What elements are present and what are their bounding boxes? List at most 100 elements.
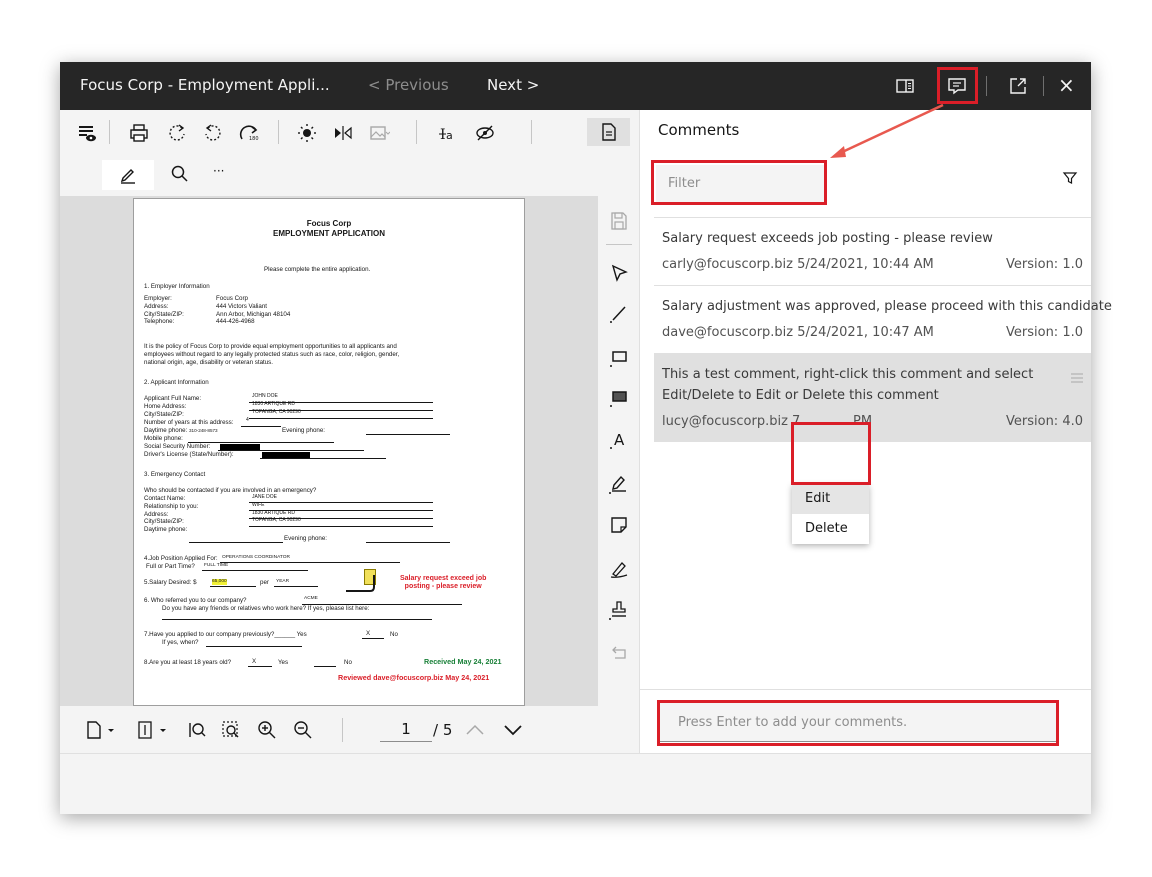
annotate-tab[interactable] bbox=[102, 160, 154, 190]
comment-menu-icon[interactable] bbox=[1071, 368, 1083, 383]
doc-emergency-labels: Contact Name: Relationship to you: Addre… bbox=[144, 495, 199, 533]
doc-applicant-values: JOHN DOE 1830 ARTIQUE RD TOPANGA, CA 902… bbox=[252, 393, 301, 415]
pen-icon bbox=[117, 164, 139, 186]
select-pointer-icon[interactable] bbox=[608, 262, 630, 284]
doc-time-value: FULL TIME bbox=[204, 563, 229, 568]
title-bar: Focus Corp - Employment Appli... < Previ… bbox=[60, 62, 1091, 110]
open-external-icon[interactable] bbox=[1007, 75, 1029, 97]
previous-button[interactable]: < Previous bbox=[368, 76, 449, 94]
sticky-note-icon[interactable] bbox=[608, 514, 630, 536]
rotate-180-icon[interactable]: 180 bbox=[238, 122, 260, 144]
doc-underline bbox=[210, 586, 256, 587]
doc-policy: It is the policy of Focus Corp to provid… bbox=[144, 343, 400, 366]
reviewed-stamp: Reviewed dave@focuscorp.biz May 24, 2021 bbox=[338, 673, 490, 682]
hide-icon[interactable] bbox=[474, 122, 496, 144]
undo-icon[interactable] bbox=[608, 640, 630, 662]
toggle-panel-icon[interactable] bbox=[894, 75, 916, 97]
doc-q8-x: X bbox=[252, 658, 257, 665]
signature-icon[interactable] bbox=[608, 558, 630, 580]
doc-salary-note: Salary request exceed job posting - plea… bbox=[400, 575, 487, 590]
comment-version: Version: 1.0 bbox=[1006, 325, 1083, 340]
doc-underline bbox=[249, 418, 433, 419]
zoom-area-icon[interactable] bbox=[220, 719, 242, 741]
doc-instruction: Please complete the entire application. bbox=[264, 266, 371, 273]
doc-q7-no: No bbox=[390, 631, 398, 638]
doc-underline bbox=[274, 586, 318, 587]
close-icon[interactable]: × bbox=[1058, 73, 1075, 97]
doc-q8-yes: Yes bbox=[278, 659, 289, 666]
comment-item-selected[interactable]: This a test comment, right-click this co… bbox=[654, 353, 1091, 442]
comments-button-highlight bbox=[937, 67, 978, 104]
doc-underline bbox=[362, 638, 384, 639]
rotate-clockwise-icon[interactable] bbox=[166, 122, 188, 144]
comment-meta: dave@focuscorp.biz 5/24/2021, 10:47 AM V… bbox=[662, 325, 1083, 343]
more-options-button[interactable]: ··· bbox=[213, 164, 224, 178]
context-menu-delete[interactable]: Delete bbox=[792, 514, 869, 544]
context-menu-edit[interactable]: Edit bbox=[792, 484, 869, 514]
doc-salary-value: 65,000 bbox=[212, 579, 227, 585]
print-icon[interactable] bbox=[128, 122, 150, 144]
doc-q8: 8.Are you at least 18 years old? bbox=[144, 659, 232, 666]
doc-ssn-label: Social Security Number: bbox=[144, 443, 211, 450]
zoom-fit-icon[interactable] bbox=[186, 719, 208, 741]
comment-version: Version: 1.0 bbox=[1006, 257, 1083, 272]
doc-underline bbox=[162, 619, 432, 620]
filled-rectangle-icon[interactable] bbox=[608, 386, 630, 408]
rectangle-icon[interactable] bbox=[608, 346, 630, 368]
comment-meta: lucy@focuscorp.biz 7 PM Version: 4.0 bbox=[662, 414, 1083, 432]
fit-height-dropdown-icon[interactable] bbox=[136, 719, 170, 741]
comment-text: This a test comment, right-click this co… bbox=[662, 367, 1034, 403]
document-pane: 180 Ia ··· Focus Corp EMPLOYMENT APPLICA… bbox=[60, 110, 639, 753]
svg-text:A: A bbox=[614, 431, 625, 449]
comment-version: Version: 4.0 bbox=[1006, 414, 1083, 429]
doc-q7-when: If yes, when? bbox=[162, 639, 199, 646]
secondary-toolbar: ··· bbox=[60, 154, 639, 196]
comment-item[interactable]: Salary adjustment was approved, please p… bbox=[654, 285, 1112, 353]
comment-text: Salary request exceeds job posting - ple… bbox=[662, 231, 993, 246]
doc-daytime-label: Daytime phone: bbox=[144, 427, 188, 434]
doc-underline bbox=[249, 402, 433, 403]
highlighter-icon[interactable] bbox=[608, 472, 630, 494]
title-separator bbox=[1043, 76, 1044, 96]
toolbar-separator bbox=[278, 120, 279, 144]
next-page-icon[interactable] bbox=[502, 719, 524, 741]
image-icon[interactable] bbox=[368, 122, 391, 144]
document-properties-icon bbox=[598, 121, 620, 143]
search-icon[interactable] bbox=[169, 163, 191, 185]
save-icon[interactable] bbox=[608, 210, 630, 232]
previous-page-icon[interactable] bbox=[464, 719, 486, 741]
doc-section-1: 1. Employer Information bbox=[144, 283, 210, 290]
doc-underline bbox=[366, 434, 450, 435]
viewer-window: Focus Corp - Employment Appli... < Previ… bbox=[60, 62, 1112, 814]
doc-employer-labels: Employer: Address: City/State/ZIP: Telep… bbox=[144, 295, 184, 326]
doc-salary-label: 5.Salary Desired: $ bbox=[144, 579, 197, 586]
filter-icon[interactable] bbox=[1062, 170, 1078, 186]
filter-highlight bbox=[651, 160, 827, 205]
stamp-icon[interactable] bbox=[608, 598, 630, 620]
page-controls: 1 / 5 bbox=[60, 706, 639, 753]
document-viewer[interactable]: Focus Corp EMPLOYMENT APPLICATION Please… bbox=[60, 196, 598, 706]
line-icon[interactable] bbox=[608, 302, 630, 324]
rotate-counterclockwise-icon[interactable] bbox=[202, 122, 224, 144]
page-view-dropdown-icon[interactable] bbox=[84, 719, 118, 741]
text-recognition-icon[interactable]: Ia bbox=[437, 122, 459, 144]
svg-text:a: a bbox=[446, 129, 453, 142]
document-title: Focus Corp - Employment Appli... bbox=[80, 76, 330, 94]
page-number-input[interactable]: 1 bbox=[380, 720, 432, 742]
svg-text:I: I bbox=[440, 127, 446, 143]
zoom-in-icon[interactable] bbox=[256, 719, 278, 741]
tool-separator bbox=[606, 244, 632, 245]
context-menu-highlight bbox=[791, 422, 871, 485]
doc-job-label: 4.Job Position Applied For: bbox=[144, 555, 218, 562]
annotation-visibility-icon[interactable] bbox=[76, 122, 98, 144]
add-comment-area: Press Enter to add your comments. bbox=[640, 689, 1091, 753]
doc-q8-no: No bbox=[344, 659, 352, 666]
zoom-out-icon[interactable] bbox=[292, 719, 314, 741]
svg-text:180: 180 bbox=[249, 136, 259, 142]
document-properties-button[interactable] bbox=[587, 118, 630, 146]
text-tool-icon[interactable]: A bbox=[608, 428, 630, 450]
brightness-icon[interactable] bbox=[296, 122, 318, 144]
flip-icon[interactable] bbox=[332, 122, 354, 144]
comment-item[interactable]: Salary request exceeds job posting - ple… bbox=[654, 217, 1091, 285]
next-button[interactable]: Next > bbox=[487, 76, 539, 94]
